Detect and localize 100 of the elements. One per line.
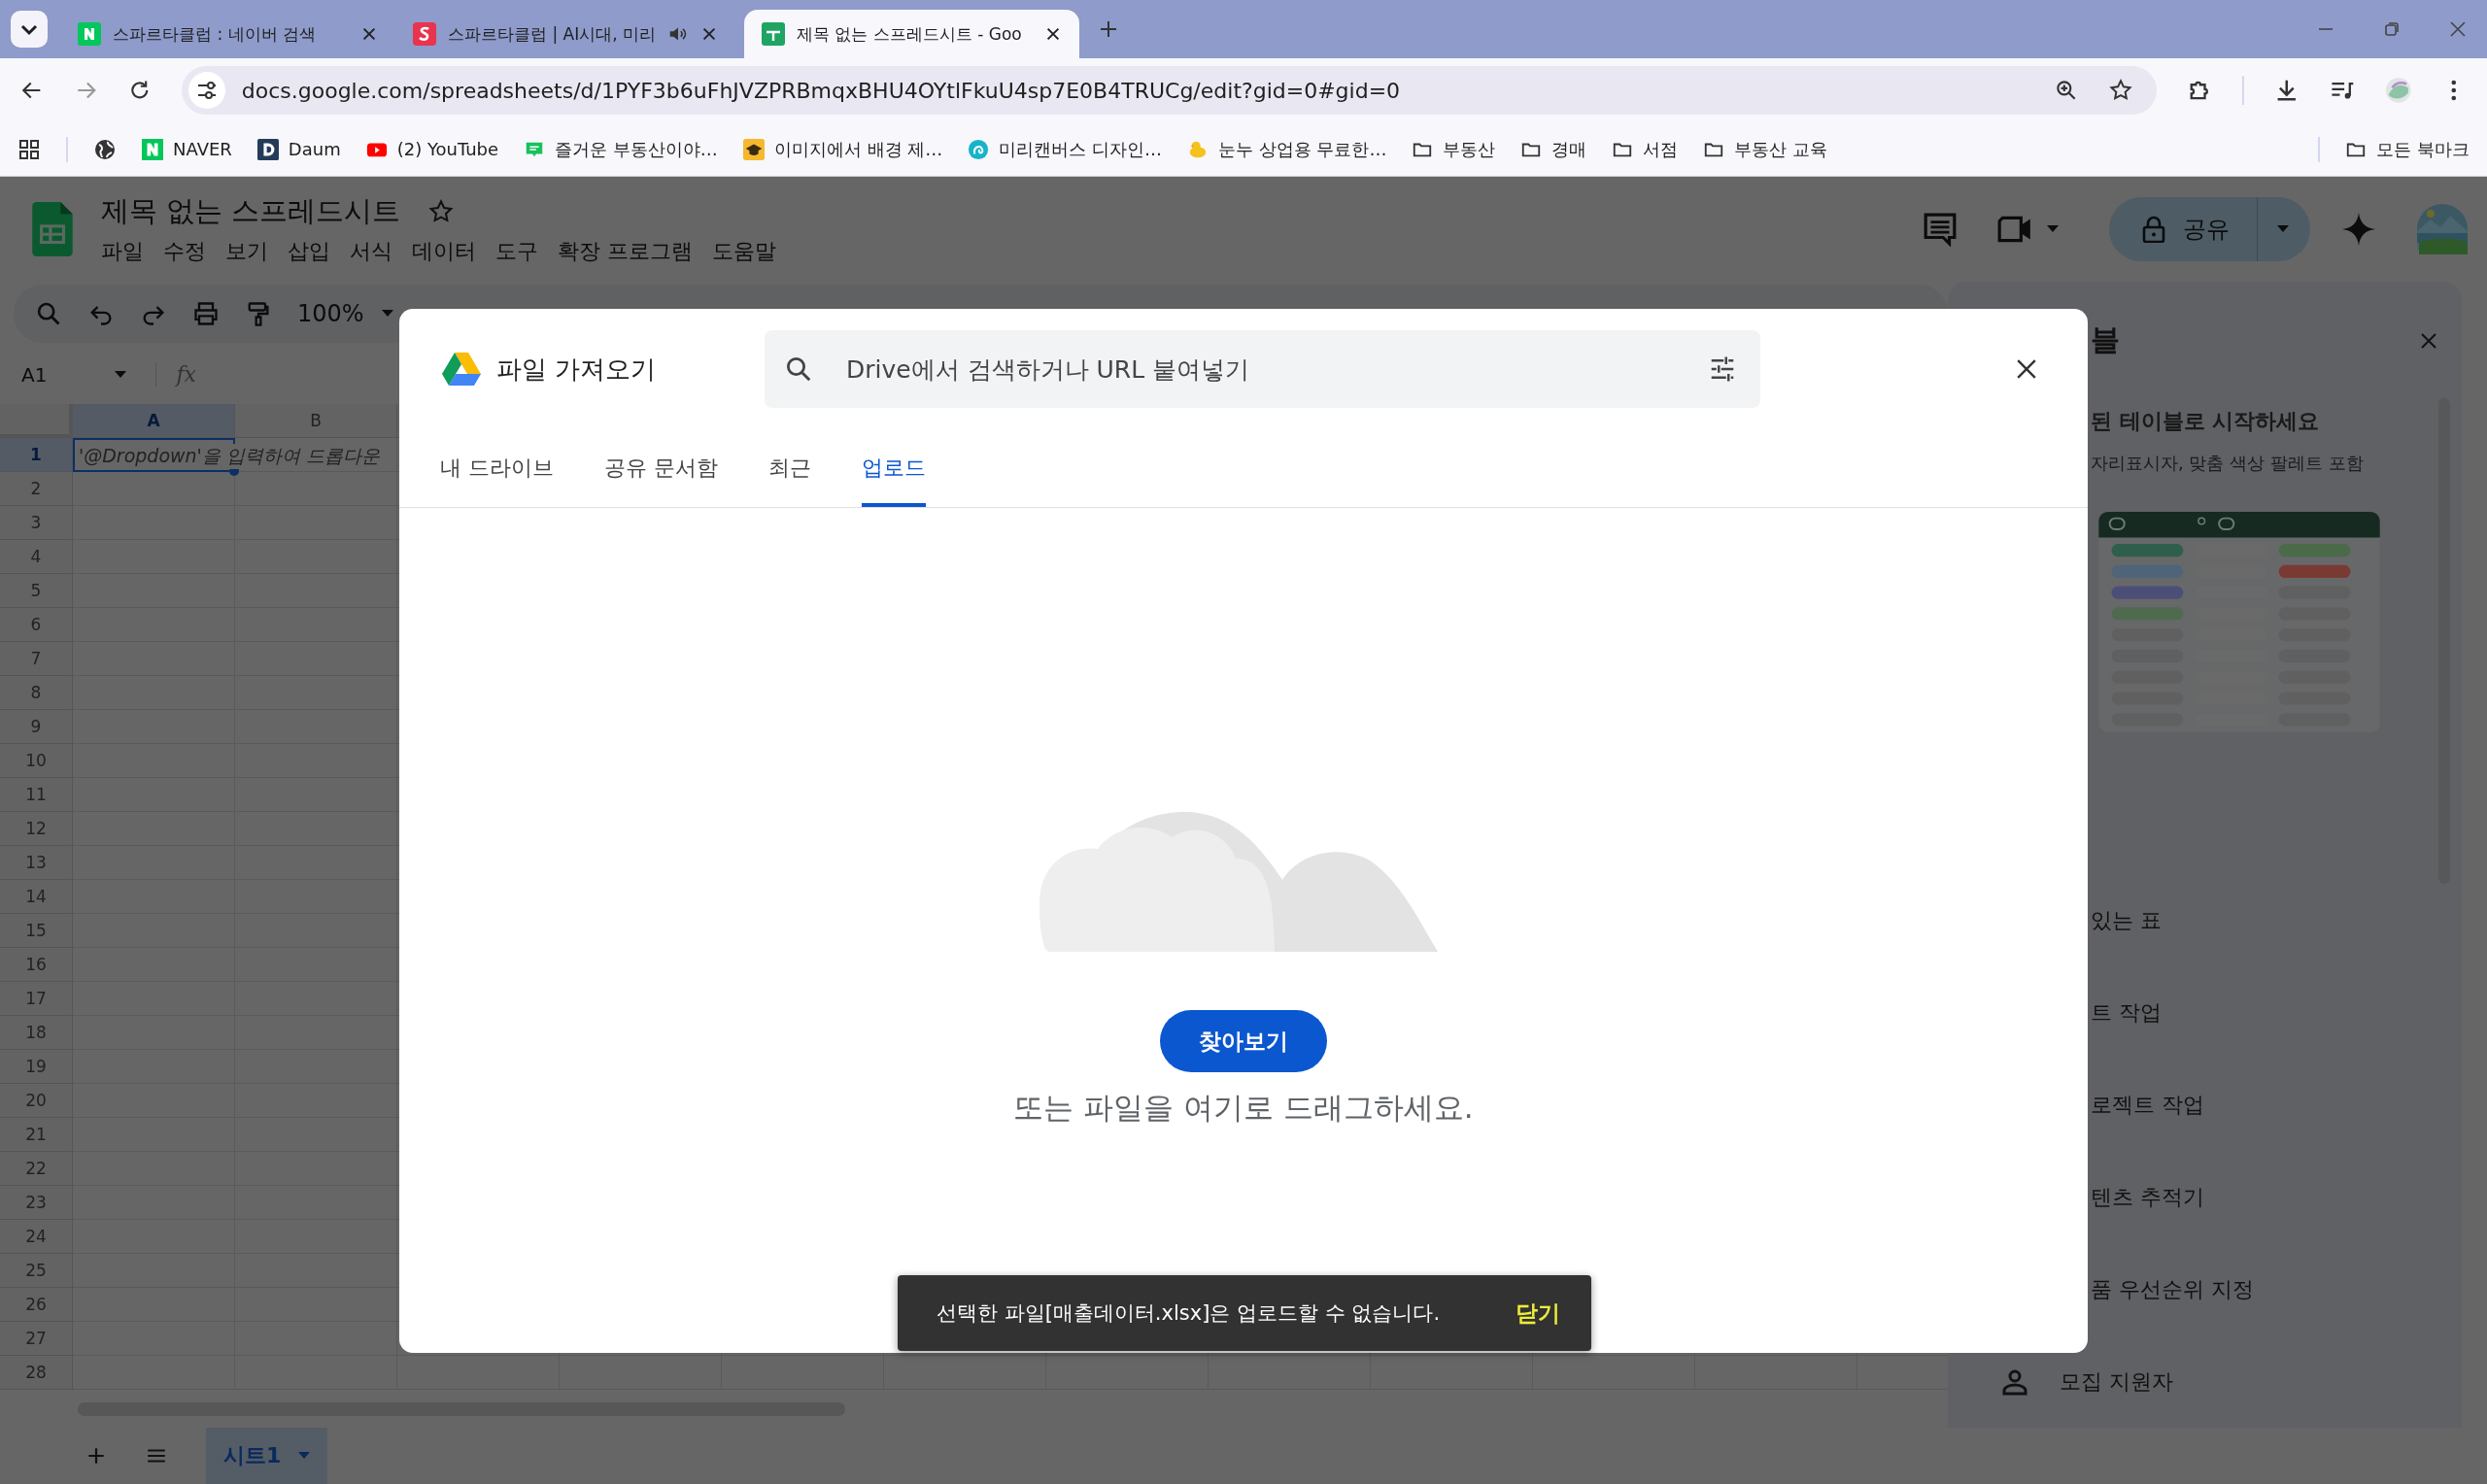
menu-item[interactable]: 확장 프로그램 bbox=[558, 237, 693, 266]
restore-icon[interactable] bbox=[2382, 19, 2402, 39]
dialog-tab[interactable]: 내 드라이브 bbox=[440, 429, 554, 507]
row-header[interactable]: 26 bbox=[0, 1288, 73, 1322]
profile-avatar[interactable] bbox=[2384, 77, 2412, 104]
row-header[interactable]: 22 bbox=[0, 1152, 73, 1186]
sparkle-icon[interactable] bbox=[2341, 212, 2376, 247]
dialog-tab[interactable]: 공유 문서함 bbox=[604, 429, 718, 507]
document-title[interactable]: 제목 없는 스프레드시트 bbox=[101, 192, 401, 231]
row-header[interactable]: 5 bbox=[0, 574, 73, 608]
bookmark[interactable]: 부동산 교육 bbox=[1703, 137, 1828, 161]
bookmark[interactable]: 부동산 bbox=[1412, 137, 1496, 161]
bookmark[interactable]: 즐거운 부동산이야… bbox=[524, 137, 718, 161]
sheets-logo-icon[interactable] bbox=[31, 202, 74, 256]
comment-icon[interactable] bbox=[1923, 212, 1958, 247]
browser-tab[interactable]: 스파르타클럽 | AI시대, 미리 bbox=[395, 10, 731, 58]
row-header[interactable]: 11 bbox=[0, 778, 73, 812]
search-field[interactable]: Drive에서 검색하거나 URL 붙여넣기 bbox=[765, 330, 1760, 408]
row-header[interactable]: 8 bbox=[0, 676, 73, 710]
dialog-tab[interactable]: 업로드 bbox=[862, 429, 926, 507]
dismiss-button[interactable]: 닫기 bbox=[1510, 1292, 1566, 1334]
row-header[interactable]: 12 bbox=[0, 812, 73, 846]
add-sheet-icon[interactable] bbox=[85, 1445, 107, 1467]
browser-tab[interactable]: 제목 없는 스프레드시트 - Goo bbox=[744, 10, 1079, 58]
panel-title: 블 bbox=[2091, 321, 2120, 358]
template-item[interactable]: 품 우선순위 지정 bbox=[2091, 1243, 2462, 1335]
row-header[interactable]: 17 bbox=[0, 982, 73, 1016]
apps-icon[interactable] bbox=[17, 137, 41, 161]
template-item[interactable]: 로젝트 작업 bbox=[2091, 1059, 2462, 1151]
row-header[interactable]: 20 bbox=[0, 1084, 73, 1118]
row-header[interactable]: 10 bbox=[0, 744, 73, 778]
menu-item[interactable]: 도구 bbox=[495, 237, 538, 266]
close-icon[interactable] bbox=[2016, 358, 2037, 380]
browse-button[interactable]: 찾아보기 bbox=[1160, 1010, 1327, 1072]
browser-tab[interactable]: 스파르타클럽 : 네이버 검색 bbox=[60, 10, 395, 58]
template-item[interactable]: 트 작업 bbox=[2091, 966, 2462, 1059]
bookmark[interactable]: 경매 bbox=[1520, 137, 1587, 161]
bookmark[interactable]: 눈누 상업용 무료한… bbox=[1187, 137, 1387, 161]
address-bar[interactable]: docs.google.com/spreadsheets/d/1PYF3b6uFhJVZPRBmqxBHU4OYtlFkuU4sp7E0B4TRUCg/edit?gid=0#gid=0 bbox=[181, 66, 2158, 115]
template-item[interactable]: 있는 표 bbox=[2091, 874, 2462, 966]
menu-item[interactable]: 보기 bbox=[225, 237, 268, 266]
row-header[interactable]: 1 bbox=[0, 438, 73, 472]
bookmark[interactable]: 이미지에서 배경 제… bbox=[742, 137, 943, 161]
row-header[interactable]: 13 bbox=[0, 846, 73, 880]
name-box[interactable]: A1 bbox=[21, 362, 127, 387]
close-icon[interactable] bbox=[700, 25, 718, 43]
bookmark[interactable]: (2) YouTube bbox=[365, 138, 499, 160]
row-header[interactable]: 18 bbox=[0, 1016, 73, 1050]
row-header[interactable]: 16 bbox=[0, 948, 73, 982]
fill-handle[interactable] bbox=[229, 466, 239, 476]
row-header[interactable]: 27 bbox=[0, 1322, 73, 1356]
sheets-logo-icon bbox=[762, 22, 785, 46]
column-header[interactable]: A bbox=[73, 404, 235, 438]
row-header[interactable]: 2 bbox=[0, 472, 73, 506]
bookmark[interactable]: Daum bbox=[256, 138, 341, 160]
row-header[interactable]: 3 bbox=[0, 506, 73, 540]
row-header[interactable]: 14 bbox=[0, 880, 73, 914]
row-header[interactable]: 28 bbox=[0, 1356, 73, 1390]
bookmark[interactable]: 미리캔버스 디자인… bbox=[968, 137, 1162, 161]
row-header[interactable]: 7 bbox=[0, 642, 73, 676]
all-bookmarks-button[interactable]: 모든 북마크 bbox=[2345, 137, 2470, 161]
search-icon[interactable] bbox=[784, 354, 813, 384]
close-icon[interactable] bbox=[1044, 25, 1062, 43]
star-icon[interactable] bbox=[2108, 78, 2134, 103]
menu-item[interactable]: 수정 bbox=[163, 237, 206, 266]
bookmark[interactable]: 서점 bbox=[1612, 137, 1679, 161]
print-icon[interactable] bbox=[192, 300, 220, 327]
menu-item[interactable]: 도움말 bbox=[712, 237, 776, 266]
zoom-select[interactable]: 100% bbox=[297, 300, 393, 327]
n-logo-icon bbox=[142, 138, 163, 160]
dialog-tab[interactable]: 최근 bbox=[768, 429, 811, 507]
template-item[interactable]: 텐츠 추적기 bbox=[2091, 1151, 2462, 1243]
menu-item[interactable]: 삽입 bbox=[288, 237, 330, 266]
menu-item[interactable]: 파일 bbox=[101, 237, 144, 266]
row-header[interactable]: 23 bbox=[0, 1186, 73, 1220]
drive-logo-icon bbox=[442, 352, 481, 387]
s-logo-icon bbox=[413, 22, 436, 46]
row-header[interactable]: 24 bbox=[0, 1220, 73, 1254]
drop-hint: 또는 파일을 여기로 드래그하세요. bbox=[1013, 1089, 1474, 1127]
row-header[interactable]: 15 bbox=[0, 914, 73, 948]
sheet-tab[interactable]: 시트1 bbox=[206, 1428, 328, 1484]
column-header[interactable]: B bbox=[235, 404, 397, 438]
globe-icon[interactable] bbox=[93, 137, 117, 161]
tab-search-icon[interactable] bbox=[10, 10, 49, 49]
row-header[interactable]: 6 bbox=[0, 608, 73, 642]
template-item[interactable]: 모집 지원자 bbox=[2001, 1335, 2462, 1428]
row-header[interactable]: 19 bbox=[0, 1050, 73, 1084]
star-icon[interactable] bbox=[427, 198, 456, 225]
row-header[interactable]: 21 bbox=[0, 1118, 73, 1152]
row-header[interactable]: 4 bbox=[0, 540, 73, 574]
menu-item[interactable]: 데이터 bbox=[412, 237, 476, 266]
new-tab-icon[interactable] bbox=[1099, 19, 1118, 39]
row-header[interactable]: 25 bbox=[0, 1254, 73, 1288]
bookmark[interactable]: NAVER bbox=[142, 138, 232, 160]
site-settings-icon[interactable] bbox=[187, 71, 226, 110]
menu-item[interactable]: 서식 bbox=[350, 237, 392, 266]
caret-icon bbox=[2047, 225, 2059, 233]
close-icon[interactable] bbox=[360, 25, 378, 43]
row-header[interactable]: 9 bbox=[0, 710, 73, 744]
dialog-title: 파일 가져오기 bbox=[496, 353, 658, 386]
